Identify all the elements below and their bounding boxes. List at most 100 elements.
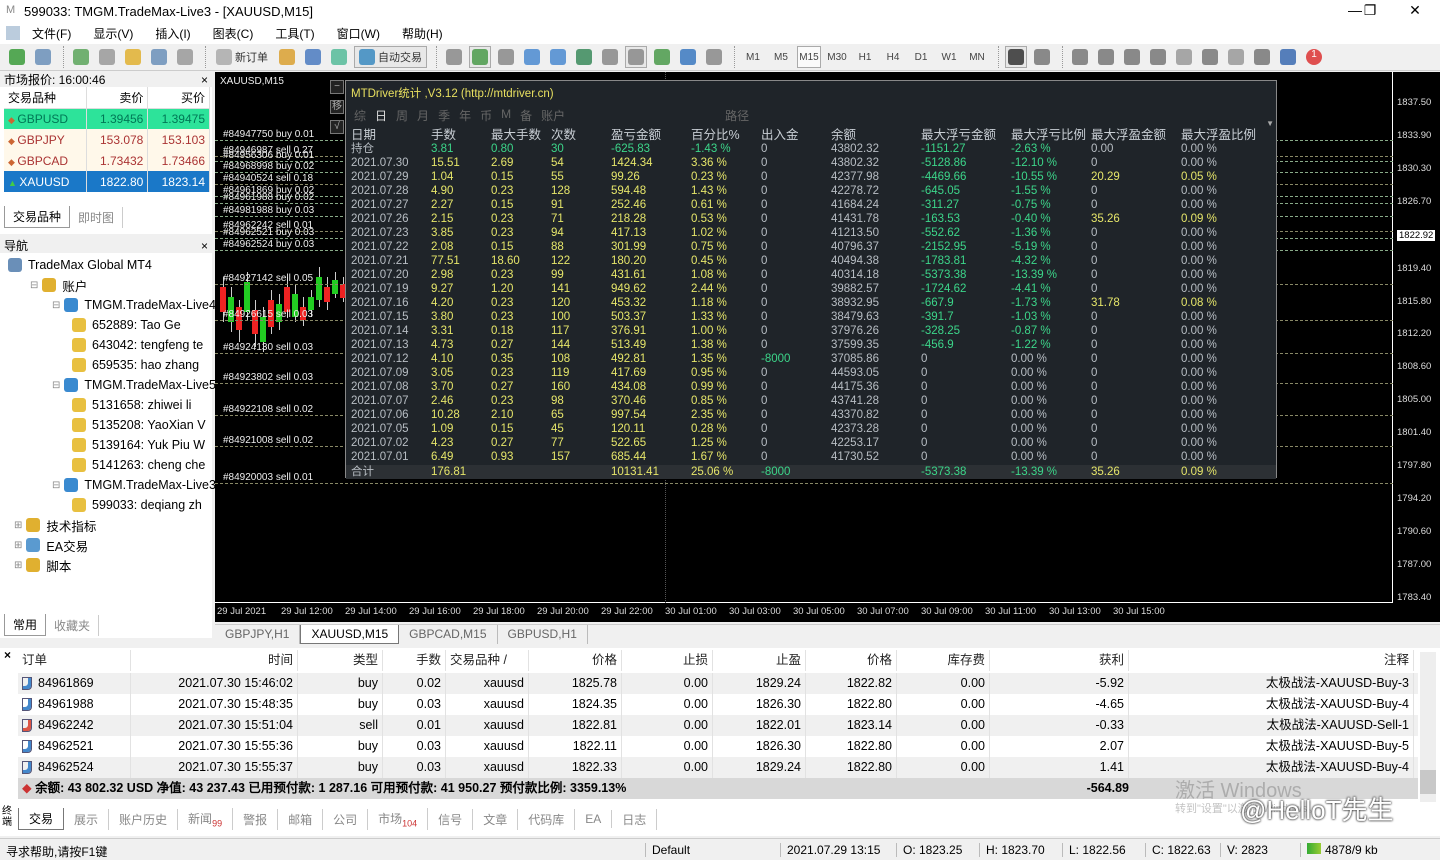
column-header[interactable]: 止损 <box>622 650 713 671</box>
chart-window[interactable]: XAUUSD,M15 #84947750 buy 0.01 #84946987 s… <box>215 72 1440 622</box>
data-window-button[interactable] <box>96 46 118 68</box>
crosshair-button[interactable] <box>1031 46 1053 68</box>
terminal-tab-9[interactable]: 文章 <box>473 808 519 830</box>
column-header[interactable]: 注释 <box>1129 650 1414 671</box>
menu-item-3[interactable]: 图表(C) <box>213 25 254 42</box>
column-header[interactable]: 库存费 <box>897 650 990 671</box>
column-header[interactable]: 时间 <box>131 650 298 671</box>
stats-tab-0[interactable]: 综 <box>354 107 366 124</box>
expand-icon[interactable]: ⊞ <box>14 520 22 531</box>
menu-item-4[interactable]: 工具(T) <box>275 25 314 42</box>
collapse-icon[interactable]: ⊟ <box>52 380 60 391</box>
chart-tab-gbpjpy-h1[interactable]: GBPJPY,H1 <box>215 625 301 644</box>
new-chart-button[interactable] <box>6 46 28 68</box>
menu-item-2[interactable]: 插入(I) <box>155 25 190 42</box>
column-header-2[interactable]: 买价 <box>147 87 210 109</box>
periods-button[interactable] <box>677 46 699 68</box>
navigator-item[interactable]: 5135208: YaoXian V <box>72 415 206 435</box>
signals-button[interactable] <box>302 46 324 68</box>
options-button[interactable] <box>328 46 350 68</box>
stats-tab-4[interactable]: 季 <box>438 107 450 124</box>
menu-item-5[interactable]: 窗口(W) <box>337 25 380 42</box>
chart-tab-gbpcad-m15[interactable]: GBPCAD,M15 <box>399 625 498 644</box>
close-icon[interactable]: × <box>201 239 208 253</box>
stats-tab-9[interactable]: 账户 <box>541 107 565 124</box>
close-window-button[interactable]: ✕ <box>1400 2 1430 20</box>
stats-tab-8[interactable]: 备 <box>520 107 532 124</box>
stats-tab-3[interactable]: 月 <box>417 107 429 124</box>
stats-tab-1[interactable]: 日 <box>375 107 387 124</box>
expand-icon[interactable]: ⊞ <box>14 560 22 571</box>
timeframe-m1-button[interactable]: M1 <box>741 46 765 68</box>
navigator-item[interactable]: ⊟ TMGM.TradeMax-Live5 <box>52 375 216 395</box>
collapse-icon[interactable]: ⊟ <box>52 480 60 491</box>
arrows-button[interactable] <box>1251 46 1273 68</box>
templates-button[interactable] <box>703 46 725 68</box>
chart-tab-xauusd-m15[interactable]: XAUUSD,M15 <box>300 625 400 644</box>
navigator-tab-0[interactable]: 常用 <box>4 614 47 636</box>
order-row[interactable]: 84962242 2021.07.30 15:51:04 sell 0.01 xauus… <box>18 715 1418 736</box>
notifications-button[interactable]: 1 <box>1303 46 1325 68</box>
timeframe-h1-button[interactable]: H1 <box>853 46 877 68</box>
status-profile[interactable]: Default <box>645 843 690 857</box>
terminal-tab-10[interactable]: 代码库 <box>518 808 576 830</box>
collapse-icon[interactable]: ⊟ <box>52 300 60 311</box>
column-header[interactable]: 订单 <box>18 650 131 671</box>
navigator-tab-1[interactable]: 收藏夹 <box>46 615 100 636</box>
timeframe-m30-button[interactable]: M30 <box>825 46 849 68</box>
chart-shift-button[interactable] <box>599 46 621 68</box>
bar-chart-button[interactable] <box>443 46 465 68</box>
terminal-tab-11[interactable]: EA <box>575 810 613 828</box>
stats-tab-7[interactable]: M <box>501 107 511 124</box>
timeframe-m5-button[interactable]: M5 <box>769 46 793 68</box>
stats-tab-6[interactable]: 币 <box>480 107 492 124</box>
column-header[interactable]: 止盈 <box>713 650 806 671</box>
navigator-item[interactable]: ⊟ 账户 <box>30 275 87 295</box>
navigator-item[interactable]: ⊞ 技术指标 <box>14 515 96 535</box>
order-row[interactable]: 84962521 2021.07.30 15:55:36 buy 0.03 xauusd… <box>18 736 1418 757</box>
expand-icon[interactable]: ⊞ <box>14 540 22 551</box>
column-header[interactable]: 获利 <box>990 650 1129 671</box>
new-order-button[interactable]: 新订单 <box>212 46 272 68</box>
market-watch-row[interactable]: ◆ GBPUSD 1.39456 1.39475 <box>4 108 210 129</box>
navigator-item[interactable]: 5139164: Yuk Piu W <box>72 435 205 455</box>
zoom-in-button[interactable] <box>521 46 543 68</box>
market-watch-button[interactable] <box>70 46 92 68</box>
timeframe-m15-button[interactable]: M15 <box>797 46 821 68</box>
search-button[interactable] <box>1277 46 1299 68</box>
navigator-item[interactable]: 659535: hao zhang <box>72 355 199 375</box>
navigator-item[interactable]: 599033: deqiang zh <box>72 495 202 515</box>
horizontal-line-button[interactable] <box>1095 46 1117 68</box>
auto-trading-button[interactable]: 自动交易 <box>354 46 427 68</box>
navigator-item[interactable]: 652889: Tao Ge <box>72 315 181 335</box>
navigator-item[interactable]: 643042: tengfeng te <box>72 335 203 355</box>
timeframe-w1-button[interactable]: W1 <box>937 46 961 68</box>
stats-tab-5[interactable]: 年 <box>459 107 471 124</box>
terminal-tab-3[interactable]: 新闻99 <box>178 807 234 831</box>
cursor-button[interactable] <box>1005 46 1027 68</box>
column-header-0[interactable]: 交易品种 <box>4 87 87 109</box>
autoscroll-button[interactable] <box>625 46 647 68</box>
navigator-item[interactable]: ⊞ 脚本 <box>14 555 71 575</box>
terminal-tab-4[interactable]: 警报 <box>233 808 279 830</box>
chart-side-button-1[interactable]: 移 <box>330 100 344 114</box>
stats-tab-2[interactable]: 周 <box>396 107 408 124</box>
market-watch-row[interactable]: ▲ XAUUSD 1822.80 1823.14 <box>4 171 210 192</box>
market-watch-row[interactable]: ◆ GBPCAD 1.73432 1.73466 <box>4 150 210 171</box>
navigator-button[interactable] <box>122 46 144 68</box>
timeframe-d1-button[interactable]: D1 <box>909 46 933 68</box>
order-row[interactable]: 84961869 2021.07.30 15:46:02 buy 0.02 xauusd… <box>18 673 1418 694</box>
menu-item-0[interactable]: 文件(F) <box>32 25 71 42</box>
market-watch-tab-0[interactable]: 交易品种 <box>4 206 71 228</box>
stats-tab-10[interactable]: 路径 <box>725 107 749 124</box>
vertical-line-button[interactable] <box>1069 46 1091 68</box>
candlestick-button[interactable] <box>469 46 491 68</box>
timeframe-mn-button[interactable]: MN <box>965 46 989 68</box>
trendline-button[interactable] <box>1121 46 1143 68</box>
metaeditor-button[interactable] <box>276 46 298 68</box>
terminal-tab-12[interactable]: 日志 <box>612 808 658 830</box>
scrollbar-thumb[interactable] <box>1420 770 1436 794</box>
chart-plot-area[interactable]: XAUUSD,M15 #84947750 buy 0.01 #84946987 s… <box>215 72 1393 603</box>
timeframe-h4-button[interactable]: H4 <box>881 46 905 68</box>
navigator-item[interactable]: TradeMax Global MT4 <box>8 255 152 275</box>
